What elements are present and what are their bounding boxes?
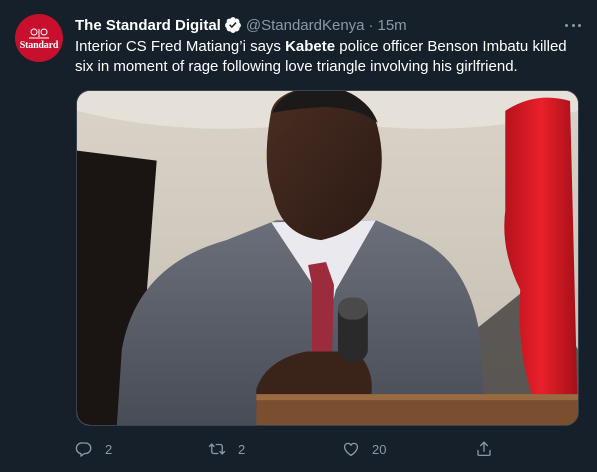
tweet-header: The Standard Digital @StandardKenya · 15…	[75, 15, 557, 35]
tweet[interactable]: Standard The Standard Digital @StandardK…	[0, 0, 597, 472]
handle[interactable]: @StandardKenya	[246, 17, 365, 34]
share-button[interactable]	[475, 438, 493, 460]
tweet-actions: 2 2 20	[75, 438, 505, 460]
more-icon[interactable]	[565, 17, 581, 33]
timestamp[interactable]: 15m	[378, 17, 407, 34]
like-button[interactable]: 20	[342, 438, 386, 460]
separator: ·	[368, 16, 374, 34]
more-dot	[578, 23, 581, 27]
display-name[interactable]: The Standard Digital	[75, 17, 221, 34]
tweet-text-before: Interior CS Fred Matiang’i says	[75, 38, 286, 55]
crest-icon	[29, 28, 49, 39]
microphone-head	[337, 297, 368, 320]
avatar-label: Standard	[19, 40, 59, 51]
tweet-text: Interior CS Fred Matiang’i says Kabete p…	[75, 37, 575, 77]
retweet-button[interactable]: 2	[208, 438, 245, 460]
reply-count: 2	[105, 441, 113, 457]
avatar[interactable]: Standard	[15, 14, 63, 62]
more-dot	[571, 23, 575, 27]
retweet-count: 2	[238, 441, 246, 457]
tweet-text-bold: Kabete	[285, 38, 336, 55]
more-dot	[565, 23, 568, 27]
verified-badge-icon	[224, 17, 241, 33]
podium-edge	[256, 394, 578, 401]
photo-illustration	[77, 91, 578, 425]
tweet-photo[interactable]	[76, 90, 579, 426]
retweet-icon	[208, 443, 226, 455]
share-icon	[477, 441, 491, 457]
reply-icon	[75, 442, 92, 457]
like-count: 20	[372, 441, 387, 457]
reply-button[interactable]: 2	[75, 438, 112, 460]
heart-icon	[343, 442, 359, 457]
